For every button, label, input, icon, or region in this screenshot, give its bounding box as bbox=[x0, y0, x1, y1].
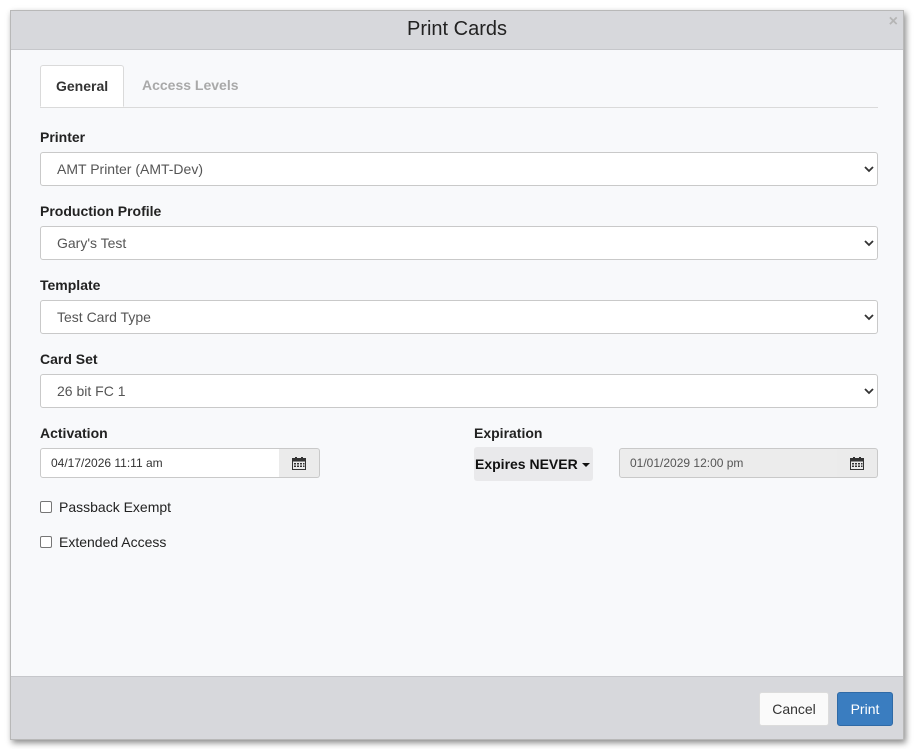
card-set-label: Card Set bbox=[40, 351, 98, 367]
chevron-down-icon bbox=[864, 314, 874, 321]
chevron-down-icon bbox=[864, 388, 874, 395]
expiration-mode-dropdown[interactable]: Expires NEVER bbox=[474, 447, 593, 481]
cancel-button[interactable]: Cancel bbox=[759, 692, 829, 726]
passback-exempt-row[interactable]: Passback Exempt bbox=[40, 499, 171, 517]
calendar-icon bbox=[850, 457, 864, 470]
printer-label: Printer bbox=[40, 129, 86, 145]
production-profile-label: Production Profile bbox=[40, 203, 162, 219]
dialog-header: Print Cards × bbox=[11, 11, 903, 50]
extended-access-row[interactable]: Extended Access bbox=[40, 534, 166, 552]
chevron-down-icon bbox=[864, 240, 874, 247]
chevron-down-icon bbox=[864, 166, 874, 173]
print-button[interactable]: Print bbox=[837, 692, 893, 726]
printer-select[interactable]: AMT Printer (AMT-Dev) bbox=[40, 152, 878, 186]
template-value: Test Card Type bbox=[57, 309, 151, 325]
caret-down-icon bbox=[581, 463, 590, 468]
calendar-icon bbox=[292, 457, 306, 470]
tab-general[interactable]: General bbox=[40, 65, 125, 107]
activation-label: Activation bbox=[40, 425, 108, 441]
expiration-label: Expiration bbox=[474, 425, 543, 441]
card-set-select[interactable]: 26 bit FC 1 bbox=[40, 374, 878, 408]
passback-exempt-label: Passback Exempt bbox=[59, 499, 172, 515]
extended-access-checkbox[interactable] bbox=[40, 536, 52, 549]
template-label: Template bbox=[40, 277, 101, 293]
dialog-title: Print Cards bbox=[406, 18, 508, 40]
production-profile-value: Gary's Test bbox=[57, 235, 127, 251]
activation-calendar-button[interactable] bbox=[279, 448, 320, 478]
activation-date-input[interactable]: 04/17/2026 11:11 am bbox=[40, 448, 280, 478]
extended-access-label: Extended Access bbox=[59, 534, 167, 550]
printer-value: AMT Printer (AMT-Dev) bbox=[57, 161, 203, 177]
dialog-footer: Cancel Print bbox=[11, 676, 903, 739]
expiration-mode-label: Expires NEVER bbox=[475, 456, 578, 472]
expiration-date-input[interactable]: 01/01/2029 12:00 pm bbox=[619, 448, 838, 478]
tab-access-levels[interactable]: Access Levels bbox=[127, 65, 254, 106]
card-set-value: 26 bit FC 1 bbox=[57, 383, 126, 399]
tab-bar: General Access Levels bbox=[40, 65, 878, 108]
close-icon[interactable]: × bbox=[889, 13, 898, 31]
expiration-calendar-button[interactable] bbox=[837, 448, 878, 478]
template-select[interactable]: Test Card Type bbox=[40, 300, 878, 334]
print-cards-dialog: Print Cards × General Access Levels Prin… bbox=[10, 10, 904, 740]
passback-exempt-checkbox[interactable] bbox=[40, 501, 52, 514]
production-profile-select[interactable]: Gary's Test bbox=[40, 226, 878, 260]
